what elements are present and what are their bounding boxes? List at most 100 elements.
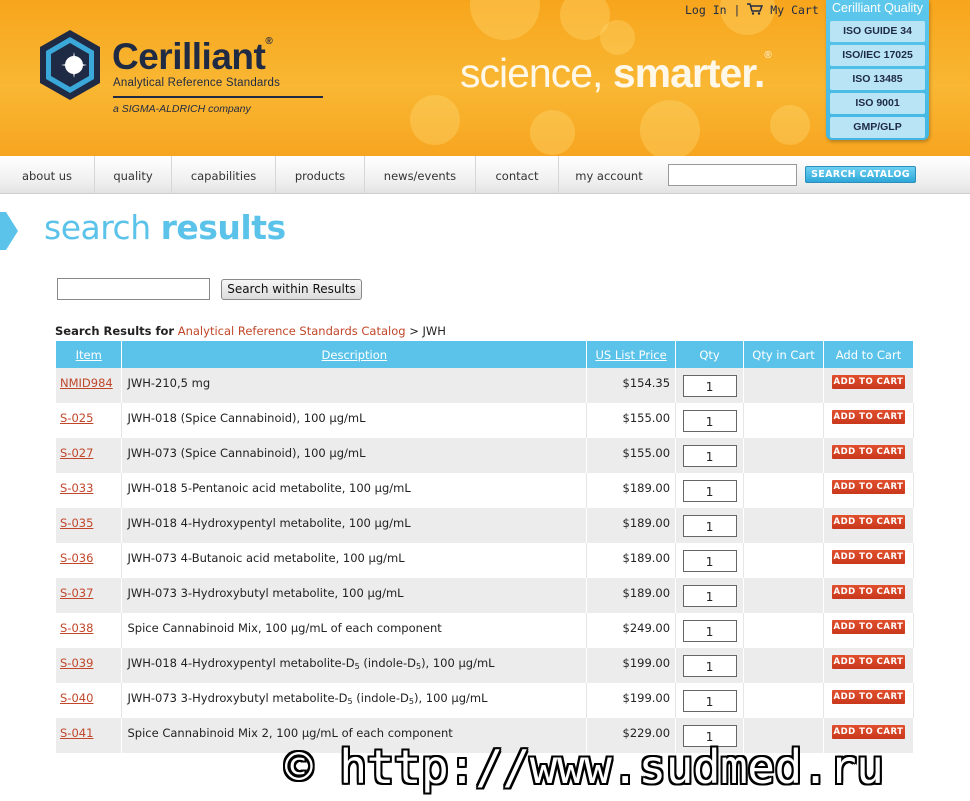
top-links: Log In | My Cart (0)	[685, 3, 846, 17]
add-to-cart-button[interactable]: ADD TO CART	[831, 445, 905, 459]
column-header-description[interactable]: Description	[121, 341, 588, 368]
column-header-add-to-cart: Add to Cart	[823, 341, 915, 368]
search-catalog-button[interactable]: SEARCH CATALOG	[805, 166, 916, 183]
hexagon-logo-icon	[40, 30, 100, 100]
item-price: $189.00	[586, 473, 677, 508]
decor-dot	[410, 95, 460, 145]
item-description: JWH-073 3-Hydroxybutyl metabolite, 100 µ…	[121, 578, 588, 613]
item-link[interactable]: S-025	[60, 411, 93, 425]
nav-item-products[interactable]: products	[276, 156, 365, 194]
table-row: S-038 Spice Cannabinoid Mix, 100 µg/mL o…	[56, 613, 915, 648]
item-price: $189.00	[586, 578, 677, 613]
decor-dot	[530, 110, 575, 155]
qty-input[interactable]: 1	[682, 410, 737, 432]
table-row: S-027 JWH-073 (Spice Cannabinoid), 100 µ…	[56, 438, 915, 473]
item-link[interactable]: S-041	[60, 726, 93, 740]
qty-input[interactable]: 1	[682, 550, 737, 572]
cart-icon[interactable]	[747, 3, 764, 15]
item-link[interactable]: S-037	[60, 586, 93, 600]
tagline: science, smarter.®	[460, 50, 772, 96]
decor-dot	[770, 105, 810, 145]
login-link[interactable]: Log In	[685, 3, 727, 17]
watermark: © http://www.sudmed.ru	[285, 740, 884, 794]
quality-item[interactable]: ISO GUIDE 34	[830, 21, 925, 42]
item-price: $155.00	[586, 403, 677, 438]
catalog-search-input[interactable]	[668, 164, 797, 186]
decor-dot	[640, 100, 700, 156]
qty-input[interactable]: 1	[682, 620, 737, 642]
add-to-cart-button[interactable]: ADD TO CART	[831, 550, 905, 564]
qty-in-cart	[743, 368, 824, 403]
qty-in-cart	[743, 543, 824, 578]
qty-in-cart	[743, 683, 824, 718]
logo-divider	[113, 96, 323, 98]
item-description: JWH-073 (Spice Cannabinoid), 100 µg/mL	[121, 438, 588, 473]
column-header-price[interactable]: US List Price	[586, 341, 677, 368]
add-to-cart-button[interactable]: ADD TO CART	[831, 655, 905, 669]
item-price: $155.00	[586, 438, 677, 473]
item-link[interactable]: S-038	[60, 621, 93, 635]
quality-item[interactable]: ISO 13485	[830, 69, 925, 90]
nav-item-contact[interactable]: contact	[476, 156, 559, 194]
table-row: S-039 JWH-018 4-Hydroxypentyl metabolite…	[56, 648, 915, 683]
qty-input[interactable]: 1	[682, 375, 737, 397]
site-header: Cerilliant® Analytical Reference Standar…	[0, 0, 970, 156]
search-within-input[interactable]	[57, 278, 210, 300]
nav-item-news-events[interactable]: news/events	[365, 156, 476, 194]
item-price: $199.00	[586, 683, 677, 718]
nav-item-quality[interactable]: quality	[95, 156, 172, 194]
top-links-separator: |	[733, 3, 741, 17]
column-header-item[interactable]: Item	[56, 341, 123, 368]
item-description: JWH-018 (Spice Cannabinoid), 100 µg/mL	[121, 403, 588, 438]
item-link[interactable]: S-035	[60, 516, 93, 530]
nav-item-about-us[interactable]: about us	[0, 156, 95, 194]
add-to-cart-button[interactable]: ADD TO CART	[831, 690, 905, 704]
add-to-cart-button[interactable]: ADD TO CART	[831, 725, 905, 739]
nav-item-my-account[interactable]: my account	[559, 156, 659, 194]
item-description: JWH-018 4-Hydroxypentyl metabolite, 100 …	[121, 508, 588, 543]
item-link[interactable]: S-027	[60, 446, 93, 460]
add-to-cart-button[interactable]: ADD TO CART	[831, 410, 905, 424]
breadcrumb-catalog-link[interactable]: Analytical Reference Standards Catalog	[178, 324, 406, 338]
add-to-cart-button[interactable]: ADD TO CART	[831, 375, 905, 389]
item-link[interactable]: S-036	[60, 551, 93, 565]
item-link[interactable]: NMID984	[60, 376, 113, 390]
column-header-qty-in-cart: Qty in Cart	[743, 341, 824, 368]
qty-in-cart	[743, 578, 824, 613]
quality-item[interactable]: GMP/GLP	[830, 117, 925, 138]
table-row: S-033 JWH-018 5-Pentanoic acid metabolit…	[56, 473, 915, 508]
quality-badge-panel: Cerilliant Quality ISO GUIDE 34 ISO/IEC …	[826, 0, 929, 140]
qty-in-cart	[743, 473, 824, 508]
breadcrumb-separator: >	[409, 324, 419, 338]
qty-in-cart	[743, 648, 824, 683]
table-row: NMID984 JWH-210,5 mg $154.35 1 ADD TO CA…	[56, 368, 915, 403]
item-description: JWH-073 4-Butanoic acid metabolite, 100 …	[121, 543, 588, 578]
item-price: $189.00	[586, 508, 677, 543]
table-row: S-025 JWH-018 (Spice Cannabinoid), 100 µ…	[56, 403, 915, 438]
side-marker-icon	[0, 212, 18, 250]
item-description: JWH-018 5-Pentanoic acid metabolite, 100…	[121, 473, 588, 508]
item-link[interactable]: S-033	[60, 481, 93, 495]
column-header-qty: Qty	[675, 341, 745, 368]
item-link[interactable]: S-039	[60, 656, 93, 670]
table-row: S-037 JWH-073 3-Hydroxybutyl metabolite,…	[56, 578, 915, 613]
quality-item[interactable]: ISO 9001	[830, 93, 925, 114]
search-within-button[interactable]: Search within Results	[221, 279, 362, 300]
add-to-cart-button[interactable]: ADD TO CART	[831, 515, 905, 529]
qty-input[interactable]: 1	[682, 655, 737, 677]
qty-input[interactable]: 1	[682, 690, 737, 712]
qty-input[interactable]: 1	[682, 585, 737, 607]
qty-input[interactable]: 1	[682, 480, 737, 502]
results-table: Item Description US List Price Qty Qty i…	[56, 341, 915, 753]
add-to-cart-button[interactable]: ADD TO CART	[831, 620, 905, 634]
parent-company: a SIGMA-ALDRICH company	[113, 103, 251, 115]
nav-item-capabilities[interactable]: capabilities	[172, 156, 276, 194]
page-title: search results	[44, 208, 286, 247]
add-to-cart-button[interactable]: ADD TO CART	[831, 585, 905, 599]
item-link[interactable]: S-040	[60, 691, 93, 705]
qty-input[interactable]: 1	[682, 515, 737, 537]
quality-item[interactable]: ISO/IEC 17025	[830, 45, 925, 66]
add-to-cart-button[interactable]: ADD TO CART	[831, 480, 905, 494]
qty-input[interactable]: 1	[682, 445, 737, 467]
cerilliant-logo[interactable]: Cerilliant® Analytical Reference Standar…	[38, 28, 323, 123]
